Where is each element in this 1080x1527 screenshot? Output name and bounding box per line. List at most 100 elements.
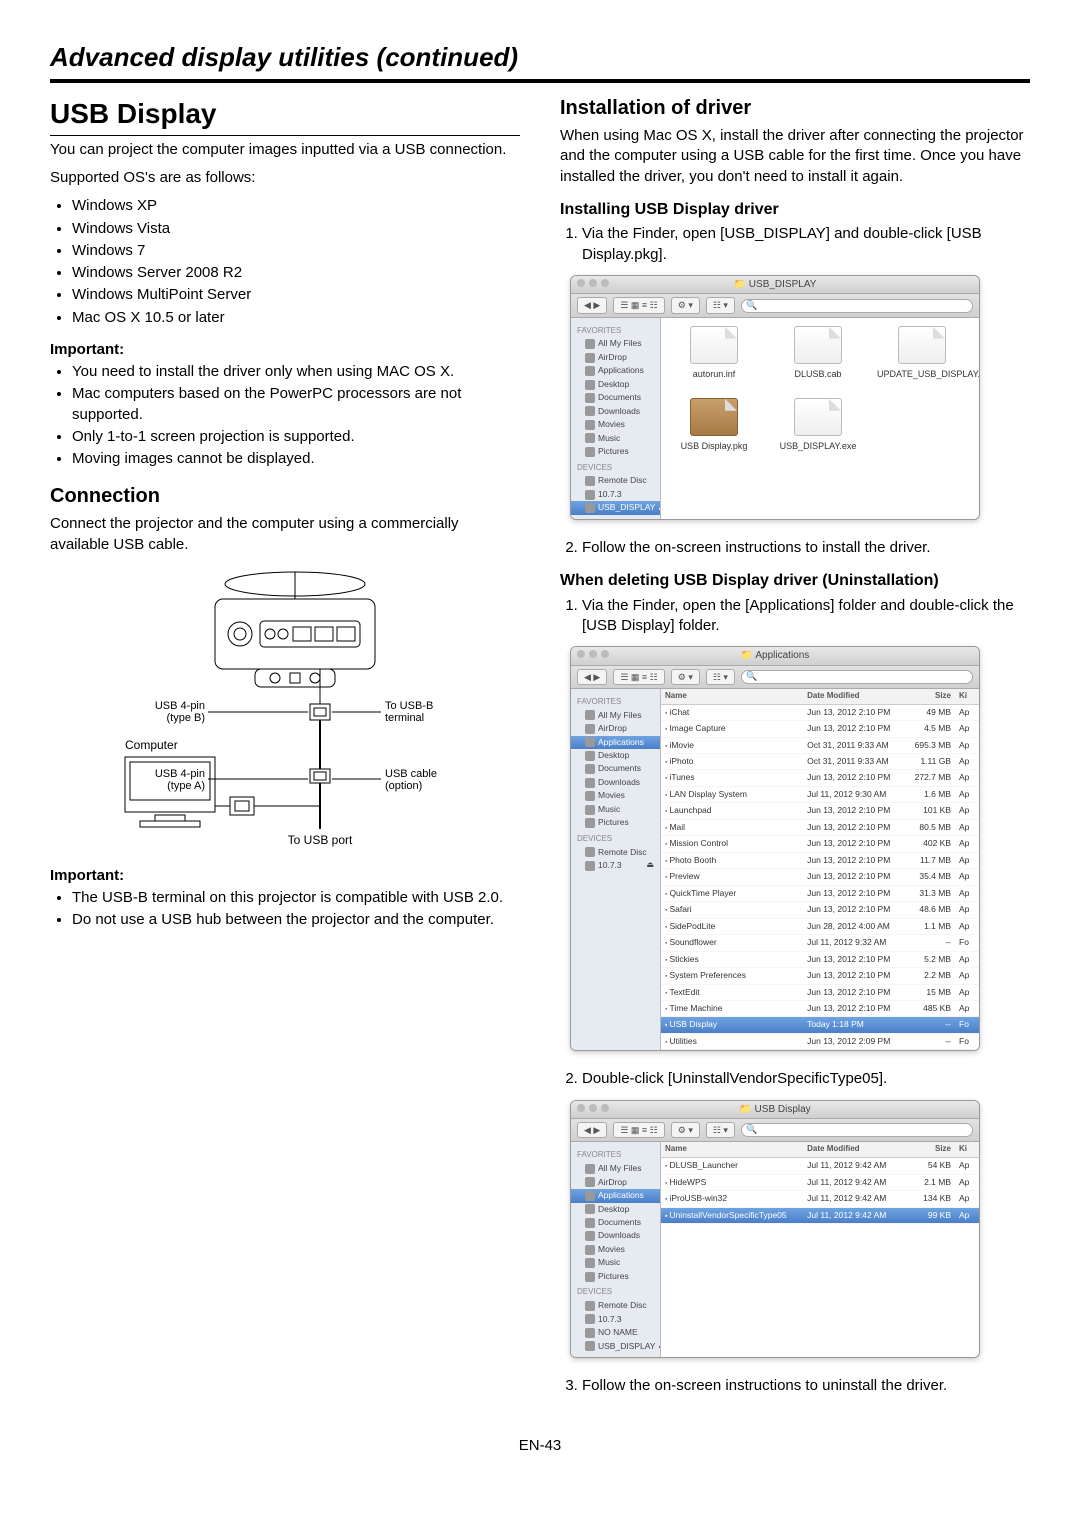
action-menu[interactable]: ⚙ ▾	[671, 1122, 700, 1138]
sidebar-item[interactable]: Movies	[571, 789, 660, 802]
file-icon[interactable]: DLUSB.cab	[773, 326, 863, 380]
search-input[interactable]	[741, 1123, 973, 1137]
table-row[interactable]: SoundflowerJul 11, 2012 9:32 AM--Fo	[661, 935, 979, 951]
sidebar-item[interactable]: Pictures	[571, 816, 660, 829]
arrange-menu[interactable]: ☷ ▾	[706, 1122, 735, 1138]
sidebar-item[interactable]: Movies	[571, 1243, 660, 1256]
sidebar-item[interactable]: Applications	[571, 1189, 660, 1202]
sidebar-item[interactable]: All My Files	[571, 709, 660, 722]
sidebar-item[interactable]: 10.7.3⏏	[571, 859, 660, 872]
col-kind[interactable]: Ki	[955, 689, 979, 704]
view-buttons[interactable]: ☰ ▦ ≡ ☷	[613, 297, 664, 313]
table-row[interactable]: MailJun 13, 2012 2:10 PM80.5 MBAp	[661, 820, 979, 836]
sidebar-item[interactable]: Documents	[571, 391, 660, 404]
arrange-menu[interactable]: ☷ ▾	[706, 297, 735, 313]
table-row[interactable]: iMovieOct 31, 2011 9:33 AM695.3 MBAp	[661, 738, 979, 754]
sidebar-item[interactable]: USB_DISPLAY⏏	[571, 501, 660, 514]
sidebar-item[interactable]: Desktop	[571, 378, 660, 391]
eject-icon[interactable]: ⏏	[658, 503, 660, 514]
search-input[interactable]	[741, 670, 973, 684]
sidebar-item[interactable]: USB_DISPLAY⏏	[571, 1340, 660, 1353]
sidebar-item[interactable]: Movies	[571, 418, 660, 431]
arrange-menu[interactable]: ☷ ▾	[706, 669, 735, 685]
sidebar-item[interactable]: Desktop	[571, 1203, 660, 1216]
view-buttons[interactable]: ☰ ▦ ≡ ☷	[613, 1122, 664, 1138]
sidebar-item[interactable]: Music	[571, 803, 660, 816]
file-icon[interactable]: USB Display.pkg	[669, 398, 759, 452]
eject-icon[interactable]: ⏏	[658, 1341, 660, 1352]
table-row[interactable]: Photo BoothJun 13, 2012 2:10 PM11.7 MBAp	[661, 853, 979, 869]
sidebar-item[interactable]: Applications	[571, 364, 660, 377]
sidebar-item[interactable]: Remote Disc	[571, 474, 660, 487]
table-row[interactable]: SafariJun 13, 2012 2:10 PM48.6 MBAp	[661, 902, 979, 918]
view-buttons[interactable]: ☰ ▦ ≡ ☷	[613, 669, 664, 685]
table-row[interactable]: HideWPSJul 11, 2012 9:42 AM2.1 MBAp	[661, 1175, 979, 1191]
table-row[interactable]: iChatJun 13, 2012 2:10 PM49 MBAp	[661, 705, 979, 721]
col-size[interactable]: Size	[905, 1142, 955, 1157]
table-row[interactable]: USB DisplayToday 1:18 PM--Fo	[661, 1017, 979, 1033]
table-row[interactable]: TextEditJun 13, 2012 2:10 PM15 MBAp	[661, 985, 979, 1001]
finder-content: autorun.inf DLUSB.cab UPDATE_USB_DISPLAY.c…	[661, 318, 979, 519]
col-kind[interactable]: Ki	[955, 1142, 979, 1157]
col-size[interactable]: Size	[905, 689, 955, 704]
sidebar-item[interactable]: AirDrop	[571, 351, 660, 364]
sidebar-item[interactable]: Downloads	[571, 405, 660, 418]
back-forward-buttons[interactable]: ◀ ▶	[577, 669, 607, 685]
file-icon[interactable]: UPDATE_USB_DISPLAY.cmd	[877, 326, 967, 380]
sidebar-item[interactable]: All My Files	[571, 1162, 660, 1175]
sidebar-item[interactable]: Applications	[571, 736, 660, 749]
table-row[interactable]: iTunesJun 13, 2012 2:10 PM272.7 MBAp	[661, 770, 979, 786]
table-row[interactable]: LAN Display SystemJul 11, 2012 9:30 AM1.…	[661, 787, 979, 803]
back-forward-buttons[interactable]: ◀ ▶	[577, 1122, 607, 1138]
sidebar-icon	[585, 737, 595, 747]
col-name[interactable]: Name	[661, 689, 803, 704]
sidebar-item[interactable]: Pictures	[571, 445, 660, 458]
sidebar-item[interactable]: Documents	[571, 762, 660, 775]
back-forward-buttons[interactable]: ◀ ▶	[577, 297, 607, 313]
sidebar-item[interactable]: Downloads	[571, 776, 660, 789]
table-row[interactable]: SidePodLiteJun 28, 2012 4:00 AM1.1 MBAp	[661, 919, 979, 935]
sidebar-item[interactable]: AirDrop	[571, 722, 660, 735]
action-menu[interactable]: ⚙ ▾	[671, 669, 700, 685]
file-icon[interactable]: USB_DISPLAY.exe	[773, 398, 863, 452]
cell-size: --	[905, 1017, 955, 1032]
table-row[interactable]: StickiesJun 13, 2012 2:10 PM5.2 MBAp	[661, 952, 979, 968]
cell-size: 2.2 MB	[905, 968, 955, 983]
sidebar-item[interactable]: Desktop	[571, 749, 660, 762]
sidebar-item[interactable]: 10.7.3	[571, 1313, 660, 1326]
col-date[interactable]: Date Modified	[803, 689, 905, 704]
table-row[interactable]: DLUSB_LauncherJul 11, 2012 9:42 AM54 KBA…	[661, 1158, 979, 1174]
table-row[interactable]: PreviewJun 13, 2012 2:10 PM35.4 MBAp	[661, 869, 979, 885]
list-item: Mac computers based on the PowerPC proce…	[72, 384, 520, 425]
table-row[interactable]: iProUSB-win32Jul 11, 2012 9:42 AM134 KBA…	[661, 1191, 979, 1207]
sidebar-item[interactable]: Downloads	[571, 1229, 660, 1242]
table-row[interactable]: System PreferencesJun 13, 2012 2:10 PM2.…	[661, 968, 979, 984]
table-row[interactable]: iPhotoOct 31, 2011 9:33 AM1.11 GBAp	[661, 754, 979, 770]
action-menu[interactable]: ⚙ ▾	[671, 297, 700, 313]
search-input[interactable]	[741, 299, 973, 313]
sidebar-item[interactable]: Music	[571, 1256, 660, 1269]
sidebar-item[interactable]: Remote Disc	[571, 1299, 660, 1312]
eject-icon[interactable]: ⏏	[646, 860, 654, 871]
table-row[interactable]: Image CaptureJun 13, 2012 2:10 PM4.5 MBA…	[661, 721, 979, 737]
col-name[interactable]: Name	[661, 1142, 803, 1157]
col-date[interactable]: Date Modified	[803, 1142, 905, 1157]
sidebar-item[interactable]: NO NAME	[571, 1326, 660, 1339]
sidebar-item[interactable]: Documents	[571, 1216, 660, 1229]
sidebar-item[interactable]: Pictures	[571, 1270, 660, 1283]
sidebar-item[interactable]: Remote Disc	[571, 846, 660, 859]
sidebar-icon	[585, 1204, 595, 1214]
table-row[interactable]: UninstallVendorSpecificType05Jul 11, 201…	[661, 1208, 979, 1224]
table-row[interactable]: Time MachineJun 13, 2012 2:10 PM485 KBAp	[661, 1001, 979, 1017]
table-row[interactable]: UtilitiesJun 13, 2012 2:09 PM--Fo	[661, 1034, 979, 1050]
file-icon[interactable]: autorun.inf	[669, 326, 759, 380]
sidebar-item[interactable]: AirDrop	[571, 1176, 660, 1189]
table-row[interactable]: LaunchpadJun 13, 2012 2:10 PM101 KBAp	[661, 803, 979, 819]
table-row[interactable]: Mission ControlJun 13, 2012 2:10 PM402 K…	[661, 836, 979, 852]
table-row[interactable]: QuickTime PlayerJun 13, 2012 2:10 PM31.3…	[661, 886, 979, 902]
cell-date: Jul 11, 2012 9:30 AM	[803, 787, 905, 802]
install-step-2: Follow the on-screen instructions to ins…	[582, 538, 1030, 558]
sidebar-item[interactable]: 10.7.3	[571, 488, 660, 501]
sidebar-item[interactable]: All My Files	[571, 337, 660, 350]
sidebar-item[interactable]: Music	[571, 432, 660, 445]
